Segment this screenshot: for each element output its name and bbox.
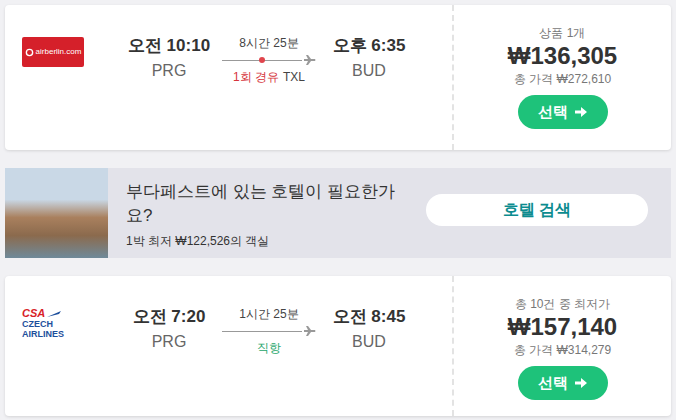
flight-info: CSACZECHAIRLINES 오전 7:20PRG1시간 25분직항오전 8:…	[5, 276, 452, 416]
arrow-right-icon	[574, 376, 588, 390]
csa-wing-icon	[47, 310, 61, 318]
departure: 오전 7:20PRG	[124, 306, 214, 353]
csa-logo: CSACZECHAIRLINES	[22, 308, 84, 339]
swirl-icon	[25, 48, 34, 57]
flight-card[interactable]: airberlin.com 오전 10:10PRG8시간 25분1회 경유TXL오…	[5, 5, 671, 150]
arrival: 오전 8:45BUD	[324, 306, 414, 353]
stop-dot	[259, 57, 265, 63]
price-panel: 총 10건 중 최저가₩157,140총 가격 ₩314,279선택	[452, 276, 671, 416]
hotel-search-button[interactable]: 호텔 검색	[426, 194, 648, 226]
arrow-right-icon	[574, 105, 588, 119]
route: 1시간 25분직항	[214, 306, 324, 356]
results-page: airberlin.com오전 10:10PRG8시간 25분1회 경유TXL오…	[0, 0, 676, 420]
departure: 오전 10:10PRG	[124, 35, 214, 82]
plane-icon	[304, 54, 316, 66]
plane-icon	[304, 325, 316, 337]
airberlin-logo: airberlin.com	[22, 37, 84, 67]
flight-info: airberlin.com 오전 10:10PRG8시간 25분1회 경유TXL오…	[5, 5, 452, 150]
select-button[interactable]: 선택	[518, 95, 608, 129]
hotel-banner: 부다페스트에 있는 호텔이 필요한가 요?1박 최저 ₩122,526의 객실호…	[5, 168, 671, 258]
price-panel: 상품 1개₩136,305총 가격 ₩272,610선택	[452, 5, 671, 150]
arrival: 오후 6:35BUD	[324, 35, 414, 82]
route: 8시간 25분1회 경유TXL	[214, 35, 324, 85]
select-button[interactable]: 선택	[518, 366, 608, 400]
hotel-photo	[5, 168, 108, 258]
flight-card[interactable]: CSACZECHAIRLINES 오전 7:20PRG1시간 25분직항오전 8:…	[5, 276, 671, 416]
